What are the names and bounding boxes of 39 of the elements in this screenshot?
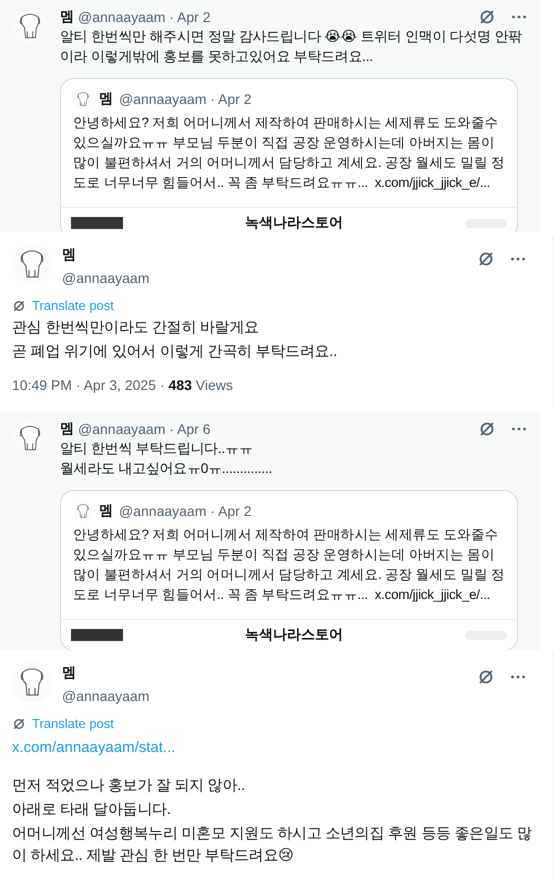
- post-text: 알티 한번씩 부탁드립니다..ㅠㅠ: [60, 439, 254, 458]
- quoted-post[interactable]: 멤 @annaayaam · Apr 2 안녕하세요? 저희 어머니께서 제작하여 판매하시는 세제류도 도와줄수 있으실까요ㅠㅠ 부모님 두분이 직접 공장 운영하시는데 아버지는 몸이 많이 불편하셔서 거의 어머니께서 담당하고 계세요. 공장 월세도 밀릴 정도로 너무너무 힘들어서.. 꼭 좀 부탁드려요ㅠㅠ... x.com/jjick_jjick_e/... 녹색나라스토어: [60, 78, 518, 232]
- post-text: 먼저 적었으나 홍보가 잘 되지 않아..: [12, 776, 246, 796]
- quoted-text: 안녕하세요? 저희 어머니께서 제작하여 판매하시는 세제류도 도와줄수 있으실까요ㅠㅠ 부모님 두분이 직접 공장 운영하시는데 아버지는 몸이 많이 불편하셔서 거의 어머니께서 담당하고 계세요. 공장 월세도 밀릴 정도로 너무너무 힘들어서.. 꼭 좀 부탁드려요ㅠㅠ... x.com/jjick_jjick_e/...: [73, 526, 505, 604]
- author-name[interactable]: 멤: [60, 8, 74, 26]
- slashed-circle-icon: [12, 298, 26, 312]
- author-handle[interactable]: @annaayaam: [62, 688, 150, 704]
- author-handle[interactable]: @annaayaam · Apr 2: [119, 91, 252, 107]
- slashed-circle-icon[interactable]: [477, 250, 495, 268]
- post-text: 알티 한번씩만 해주시면 정말 감사드립니다 😭😭 트위터 인맥이 다섯명 안팎이라 이렇게밖에 홍보를 못하고있어요 부탁드려요...: [60, 27, 523, 66]
- author-handle[interactable]: @annaayaam · Apr 2: [119, 503, 252, 519]
- author-name[interactable]: 멤: [60, 420, 74, 438]
- preview-button-shape: [71, 629, 123, 641]
- author-name[interactable]: 멤: [62, 246, 150, 264]
- link[interactable]: x.com/jjick_jjick_e/...: [374, 587, 490, 602]
- author-name[interactable]: 멤: [99, 90, 113, 108]
- link-preview[interactable]: 녹색나라스토어: [61, 619, 517, 650]
- slashed-circle-icon: [12, 716, 26, 730]
- slashed-circle-icon[interactable]: [478, 420, 496, 438]
- link[interactable]: x.com/jjick_jjick_e/...: [374, 175, 490, 190]
- author-name[interactable]: 멤: [62, 664, 150, 682]
- quoted-post[interactable]: 멤 @annaayaam · Apr 2 안녕하세요? 저희 어머니께서 제작하여 판매하시는 세제류도 도와줄수 있으실까요ㅠㅠ 부모님 두분이 직접 공장 운영하시는데 아버지는 몸이 많이 불편하셔서 거의 어머니께서 담당하고 계세요. 공장 월세도 밀릴 정도로 너무너무 힘들어서.. 꼭 좀 부탁드려요ㅠㅠ... x.com/jjick_jjick_e/... 녹색나라스토어: [60, 490, 518, 650]
- preview-title: 녹색나라스토어: [245, 626, 343, 644]
- post-text: 아래로 타래 달아둡니다.: [12, 800, 172, 820]
- post-text: 관심 한번씩만이라도 간절히 바랄게요: [12, 318, 260, 338]
- post-text: 어머니께선 여성행복누리 미혼모 지원도 하시고 소년의집 후원 등등 좋은일도 많이 하세요.. 제발 관심 한 번만 부탁드려요😢: [12, 824, 533, 866]
- slashed-circle-icon[interactable]: [477, 668, 495, 686]
- quoted-text: 안녕하세요? 저희 어머니께서 제작하여 판매하시는 세제류도 도와줄수 있으실까요ㅠㅠ 부모님 두분이 직접 공장 운영하시는데 아버지는 몸이 많이 불편하셔서 거의 어머니께서 담당하고 계세요. 공장 월세도 밀릴 정도로 너무너무 힘들어서.. 꼭 좀 부탁드려요ㅠㅠ... x.com/jjick_jjick_e/...: [73, 114, 505, 192]
- slashed-circle-icon[interactable]: [478, 8, 496, 26]
- post-text: 월세라도 내고싶어요ㅠ0ㅠ..............: [60, 459, 274, 478]
- author-name[interactable]: 멤: [99, 502, 113, 520]
- post-text: 곧 폐업 위기에 있어서 이렇게 간곡히 부탁드려요..: [12, 342, 338, 362]
- preview-title: 녹색나라스토어: [245, 214, 343, 232]
- preview-button-shape: [71, 217, 123, 229]
- view-count: 483 Views: [168, 377, 233, 393]
- author-handle[interactable]: @annaayaam: [62, 270, 150, 286]
- author-handle[interactable]: @annaayaam · Apr 2: [78, 9, 211, 25]
- timestamp[interactable]: 10:49 PM · Apr 3, 2025 ·: [12, 377, 165, 393]
- author-handle[interactable]: @annaayaam · Apr 6: [78, 421, 211, 437]
